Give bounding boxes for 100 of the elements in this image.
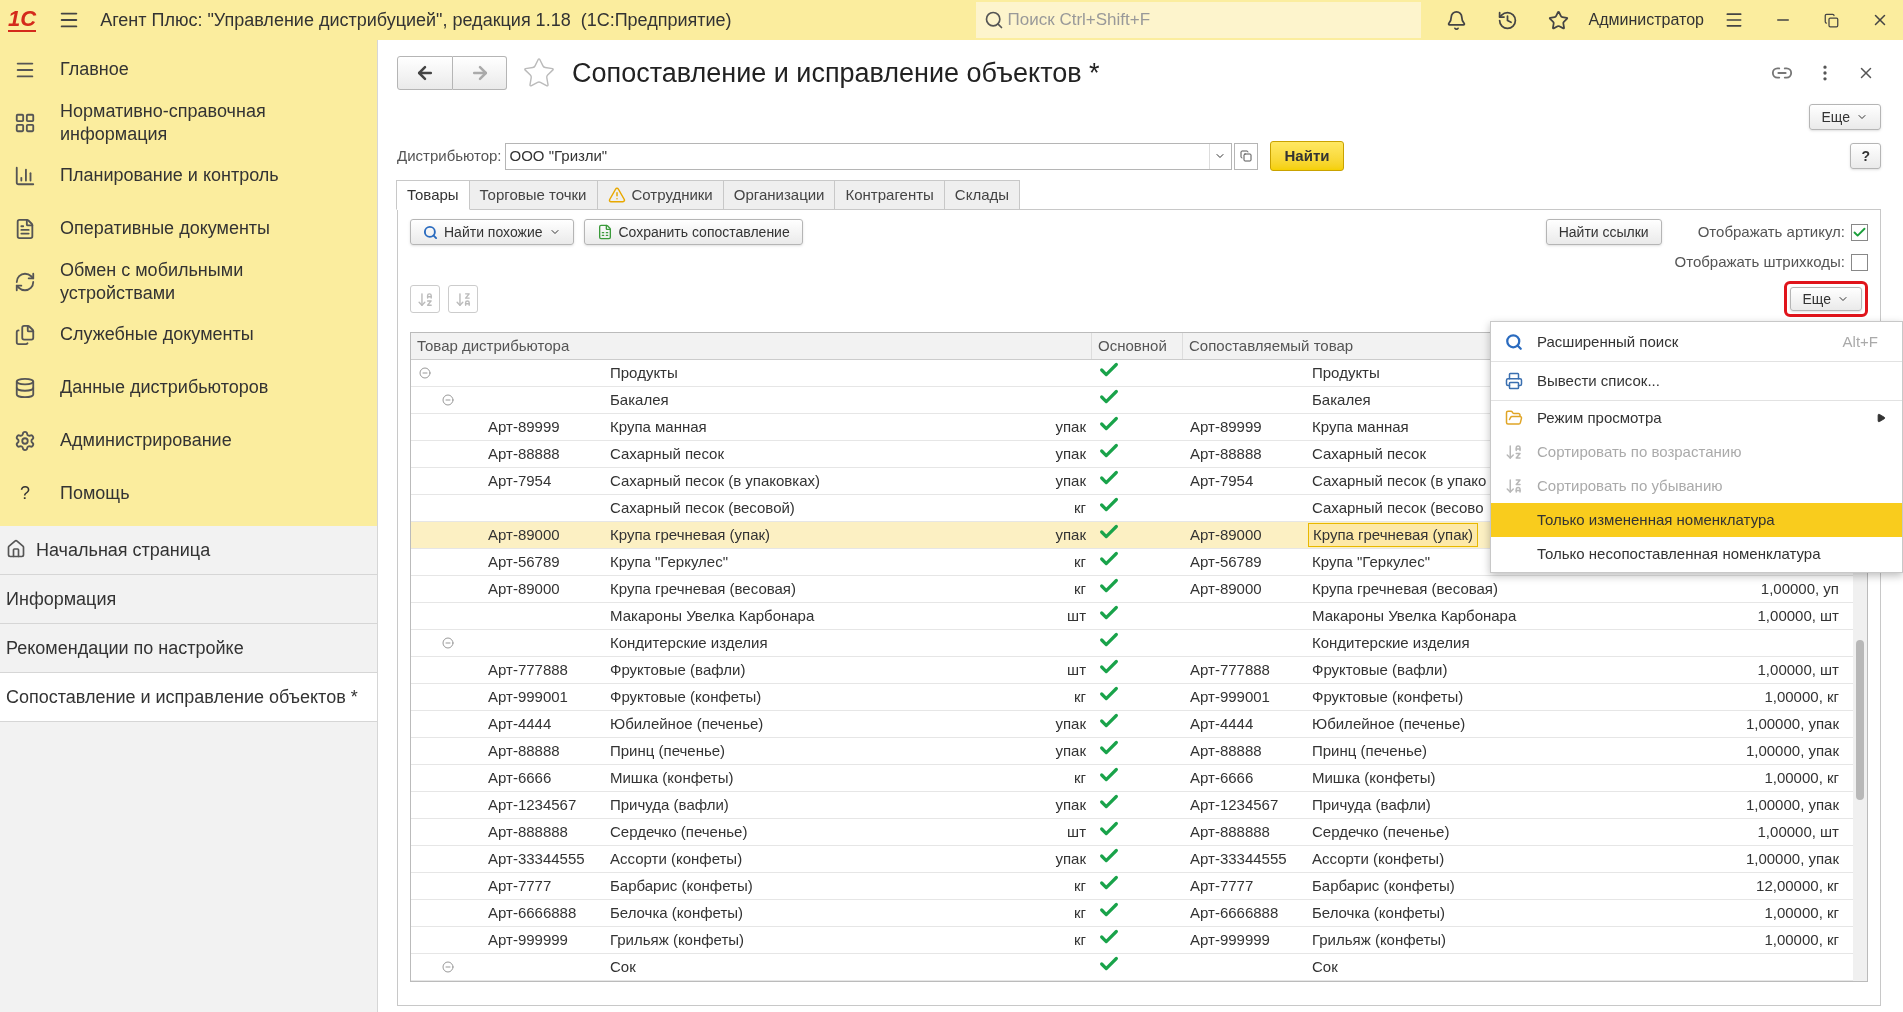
table-row[interactable]: Арт-777888 Фруктовые (вафли) шт Арт-777888 Фруктовые (вафли) 1,00000, шт <box>411 657 1853 684</box>
help-button[interactable]: ? <box>1850 143 1881 169</box>
sort-ascending-icon <box>1505 443 1523 461</box>
sort-ascending-button[interactable] <box>410 285 440 313</box>
table-cell-text: кг <box>1073 929 1086 950</box>
table-cell-text: Ассорти (конфеты) <box>610 848 743 869</box>
table-cell-text: упак <box>1055 443 1086 464</box>
search-icon <box>983 10 1004 30</box>
tab[interactable]: Организации <box>722 180 836 210</box>
table-row[interactable]: Кондитерские изделия Кондитерские изделия <box>411 630 1853 657</box>
favorite-star-icon[interactable] <box>522 56 556 90</box>
table-row[interactable]: Арт-888888 Сердечко (печенье) шт Арт-888888 Сердечко (печенье) 1,00000, шт <box>411 819 1853 846</box>
menu-item[interactable]: Только измененная номенклатура <box>1491 503 1902 537</box>
back-button[interactable] <box>397 56 453 90</box>
sidebar-item[interactable]: Планирование и контроль <box>0 149 377 202</box>
app-logo: 1С <box>8 8 37 32</box>
more-button[interactable]: Еще <box>1808 104 1881 130</box>
table-cell-text: Сахарный песок <box>1311 443 1427 464</box>
find-links-button[interactable]: Найти ссылки <box>1545 219 1662 245</box>
table-row[interactable]: Макароны Увелка Карбонара шт Макароны Увелка Карбонара 1,00000, шт <box>411 603 1853 630</box>
table-cell-text: кг <box>1073 767 1086 788</box>
user-name[interactable]: Администратор <box>1588 8 1704 32</box>
table-row[interactable]: Сок Сок <box>411 954 1853 981</box>
table-cell-text: кг <box>1073 875 1086 896</box>
section-icon <box>14 270 36 293</box>
menu-item[interactable]: Расширенный поиск Alt+F <box>1491 323 1902 362</box>
open-window-tab[interactable]: Сопоставление и исправление объектов * <box>0 673 377 722</box>
table-cell-text: 12,00000, кг <box>1756 875 1839 896</box>
find-similar-button[interactable]: Найти похожие <box>410 219 574 245</box>
table-cell-text: 1,00000, шт <box>1757 821 1839 842</box>
table-row[interactable]: Арт-33344555 Ассорти (конфеты) упак Арт-33344555 Ассорти (конфеты) 1,00000, упак <box>411 846 1853 873</box>
distributor-field[interactable]: ООО "Гризли" <box>504 142 1232 170</box>
sidebar-item[interactable]: Обмен с мобильными устройствами <box>0 255 377 308</box>
table-cell: Арт-6666888 <box>488 903 577 921</box>
bell-icon[interactable] <box>1445 9 1467 31</box>
sidebar-item[interactable]: Главное <box>0 43 377 96</box>
save-match-button[interactable]: Сохранить сопоставление <box>583 219 803 245</box>
sidebar-item[interactable]: Нормативно-справочная информация <box>0 96 377 149</box>
sidebar-item[interactable]: ? Помощь <box>0 467 377 520</box>
table-row[interactable]: Арт-999001 Фруктовые (конфеты) кг Арт-999001 Фруктовые (конфеты) 1,00000, кг <box>411 684 1853 711</box>
table-cell-text: 1,00000, кг <box>1764 902 1839 923</box>
table-cell-text: Принц (печенье) <box>610 740 726 761</box>
open-button[interactable] <box>1233 142 1258 170</box>
table-row[interactable]: Арт-4444 Юбилейное (печенье) упак Арт-4444 Юбилейное (печенье) 1,00000, упак <box>411 711 1853 738</box>
checkbox-label: Отображать артикул: <box>1697 221 1845 242</box>
sidebar-item[interactable]: Данные дистрибьюторов <box>0 361 377 414</box>
table-cell: Арт-999001 <box>488 687 568 705</box>
tab[interactable]: Склады <box>943 180 1021 210</box>
folder-icon <box>1505 409 1523 427</box>
column-header[interactable]: Основной <box>1092 333 1183 359</box>
table-cell-text: Фруктовые (вафли) <box>610 659 746 680</box>
find-button[interactable]: Найти <box>1269 141 1345 171</box>
table-row[interactable]: Арт-1234567 Причуда (вафли) упак Арт-1234567 Причуда (вафли) 1,00000, упак <box>411 792 1853 819</box>
restore-icon[interactable] <box>1824 12 1839 28</box>
table-cell-text: Грильяж (конфеты) <box>1311 929 1448 950</box>
section-icon <box>14 111 36 134</box>
menu-item[interactable]: Вывести список... <box>1491 362 1902 401</box>
table-row[interactable]: Арт-6666 Мишка (конфеты) кг Арт-6666 Мишка (конфеты) 1,00000, кг <box>411 765 1853 792</box>
table-cell-text: Белочка (конфеты) <box>1311 902 1447 923</box>
table-row[interactable]: Арт-88888 Принц (печенье) упак Арт-88888 Принц (печенье) 1,00000, упак <box>411 738 1853 765</box>
table-row[interactable]: Арт-999999 Грильяж (конфеты) кг Арт-999999 Грильяж (конфеты) 1,00000, кг <box>411 927 1853 954</box>
table-row[interactable]: Арт-7777 Барбарис (конфеты) кг Арт-7777 Барбарис (конфеты) 12,00000, кг <box>411 873 1853 900</box>
tab[interactable]: Товары <box>396 180 470 210</box>
table-cell-text: Сахарный песок (в упако <box>1311 470 1488 491</box>
sidebar-item[interactable]: Оперативные документы <box>0 202 377 255</box>
tab[interactable]: Торговые точки <box>468 180 598 210</box>
tab[interactable]: Контрагенты <box>834 180 945 210</box>
table-more-button[interactable]: Еще <box>1789 287 1862 311</box>
checkbox[interactable] <box>1851 223 1868 241</box>
section-icon <box>14 217 36 240</box>
table-cell-text: 1,00000, шт <box>1757 605 1839 626</box>
collapse-icon[interactable] <box>442 961 454 973</box>
distributor-label: Дистрибьютор: <box>397 145 502 166</box>
home-icon <box>6 539 26 559</box>
sort-descending-button[interactable] <box>448 285 478 313</box>
table-cell-text: Кондитерские изделия <box>610 632 768 653</box>
table-row[interactable]: Арт-6666888 Белочка (конфеты) кг Арт-6666888 Белочка (конфеты) 1,00000, кг <box>411 900 1853 927</box>
table-cell-text: Крупа "Геркулес" <box>1311 551 1431 572</box>
table-cell-text: шт <box>1067 659 1086 680</box>
table-cell-text: Крупа манная <box>610 416 707 437</box>
column-header[interactable]: Товар дистрибьютора <box>411 333 1092 359</box>
sidebar-item[interactable]: Служебные документы <box>0 308 377 361</box>
checkbox[interactable] <box>1851 253 1868 271</box>
history-icon[interactable] <box>1496 9 1518 31</box>
tab[interactable]: Сотрудники <box>596 180 724 210</box>
search-field[interactable]: Поиск Ctrl+Shift+F <box>975 2 1421 38</box>
table-row[interactable]: Арт-89000 Крупа гречневая (весовая) кг Арт-89000 Крупа гречневая (весовая) 1,00000, уп <box>411 576 1853 603</box>
collapse-icon[interactable] <box>442 637 454 649</box>
open-window-icon <box>1239 150 1252 162</box>
settings-menu-icon[interactable] <box>1724 10 1744 30</box>
table-cell-text: упак <box>1055 848 1086 869</box>
table-cell: Арт-7777 <box>1190 876 1254 894</box>
table-cell-text: Мишка (конфеты) <box>1311 767 1437 788</box>
shortcut-label: Alt+F <box>1842 331 1878 352</box>
collapse-icon[interactable] <box>419 367 431 379</box>
favorites-icon[interactable] <box>1547 9 1569 31</box>
table-cell-text: шт <box>1067 605 1086 626</box>
sidebar-item[interactable]: Администрирование <box>0 414 377 467</box>
collapse-icon[interactable] <box>442 394 454 406</box>
table-cell-text: Крупа "Геркулес" <box>610 551 728 572</box>
